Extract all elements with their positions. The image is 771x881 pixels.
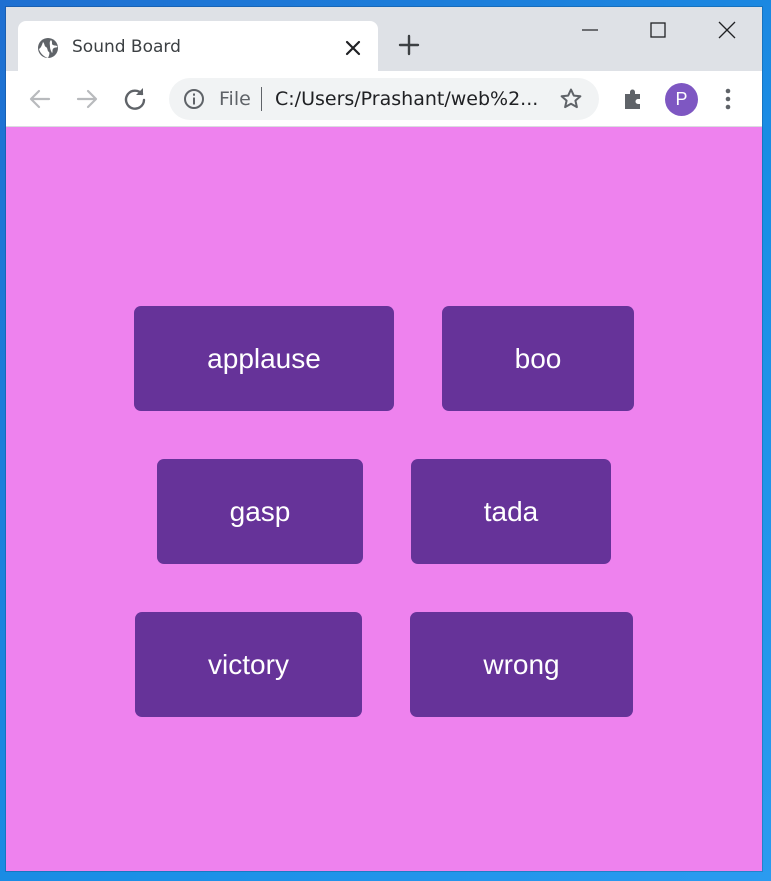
gasp-button[interactable]: gasp [157, 459, 363, 564]
tab-sound-board[interactable]: Sound Board [18, 21, 378, 75]
browser-window: Sound Board File C:/Users/Prashant/web%2… [6, 7, 762, 871]
forward-arrow-icon[interactable] [73, 85, 101, 113]
star-icon[interactable] [559, 87, 583, 111]
back-arrow-icon[interactable] [26, 85, 54, 113]
more-vert-icon[interactable] [714, 85, 742, 113]
close-icon[interactable] [342, 37, 364, 59]
globe-icon [36, 36, 60, 60]
scheme-label: File [219, 88, 251, 110]
info-icon[interactable] [183, 88, 205, 110]
url-text[interactable]: C:/Users/Prashant/web%2... [275, 88, 538, 110]
victory-button[interactable]: victory [135, 612, 362, 717]
address-bar[interactable]: File C:/Users/Prashant/web%2... [169, 78, 599, 120]
minimize-icon[interactable] [578, 19, 602, 43]
tab-title: Sound Board [72, 37, 181, 57]
boo-button[interactable]: boo [442, 306, 634, 411]
sound-board-page: applause boo gasp tada victory wrong [6, 127, 762, 871]
wrong-button[interactable]: wrong [410, 612, 633, 717]
tada-button[interactable]: tada [411, 459, 611, 564]
extensions-icon[interactable] [619, 85, 647, 113]
window-close-icon[interactable] [715, 19, 739, 43]
omnibox-divider [261, 87, 262, 111]
browser-toolbar: File C:/Users/Prashant/web%2... P [6, 71, 762, 127]
plus-icon[interactable] [398, 34, 420, 56]
tab-strip: Sound Board [6, 7, 762, 75]
avatar[interactable]: P [665, 83, 698, 116]
applause-button[interactable]: applause [134, 306, 394, 411]
reload-icon[interactable] [121, 85, 149, 113]
maximize-icon[interactable] [646, 19, 670, 43]
